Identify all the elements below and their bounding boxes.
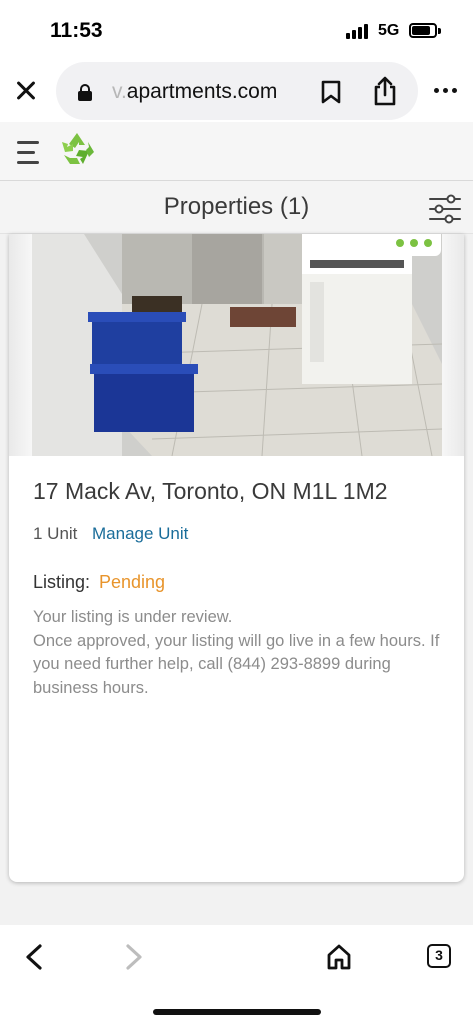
photo-edge-left (9, 234, 32, 456)
properties-bar: Properties (1) (0, 180, 473, 234)
share-icon[interactable] (372, 76, 398, 106)
home-indicator (153, 1009, 321, 1015)
property-card[interactable]: 17 Mack Av, Toronto, ON M1L 1M2 1 Unit M… (9, 234, 464, 882)
property-address[interactable]: 17 Mack Av, Toronto, ON M1L 1M2 (33, 478, 388, 505)
filter-sliders-icon[interactable] (428, 194, 462, 224)
status-time: 11:53 (50, 19, 103, 42)
forward-icon[interactable] (122, 943, 146, 971)
url-prefix: v. (112, 80, 127, 103)
network-type: 5G (378, 22, 400, 39)
browser-url-row: v.apartments.com (0, 60, 473, 122)
property-photo[interactable] (32, 234, 442, 456)
recycle-logo-icon[interactable] (58, 130, 96, 168)
status-bar: 11:53 5G (0, 0, 473, 60)
browser-toolbar: 3 (0, 925, 473, 1024)
more-icon[interactable] (432, 86, 460, 96)
listing-label: Listing: (33, 572, 91, 592)
bookmark-icon[interactable] (321, 80, 341, 104)
properties-title: Properties (1) (163, 193, 310, 220)
home-icon[interactable] (326, 943, 352, 971)
review-message: Your listing is under review. Once appro… (33, 606, 453, 700)
site-header (0, 122, 473, 180)
photo-more-icon[interactable] (389, 234, 441, 256)
listing-status-badge: Pending (99, 572, 166, 592)
address-bar[interactable]: v.apartments.com (56, 62, 418, 120)
review-message-line1: Your listing is under review. (33, 608, 233, 626)
url-domain: apartments.com (126, 80, 278, 103)
unit-count: 1 Unit (33, 524, 78, 543)
url-text[interactable]: v.apartments.com (112, 80, 277, 104)
signal-strength-icon (346, 23, 372, 39)
photo-edge-right (441, 234, 464, 456)
review-message-line2: Once approved, your listing will go live… (33, 631, 440, 697)
manage-unit-link[interactable]: Manage Unit (92, 524, 188, 544)
back-icon[interactable] (22, 943, 46, 971)
battery-icon (409, 23, 441, 38)
close-icon[interactable] (10, 74, 44, 108)
lock-icon (78, 84, 92, 101)
tabs-icon[interactable]: 3 (427, 944, 451, 968)
hamburger-icon[interactable] (17, 139, 39, 167)
